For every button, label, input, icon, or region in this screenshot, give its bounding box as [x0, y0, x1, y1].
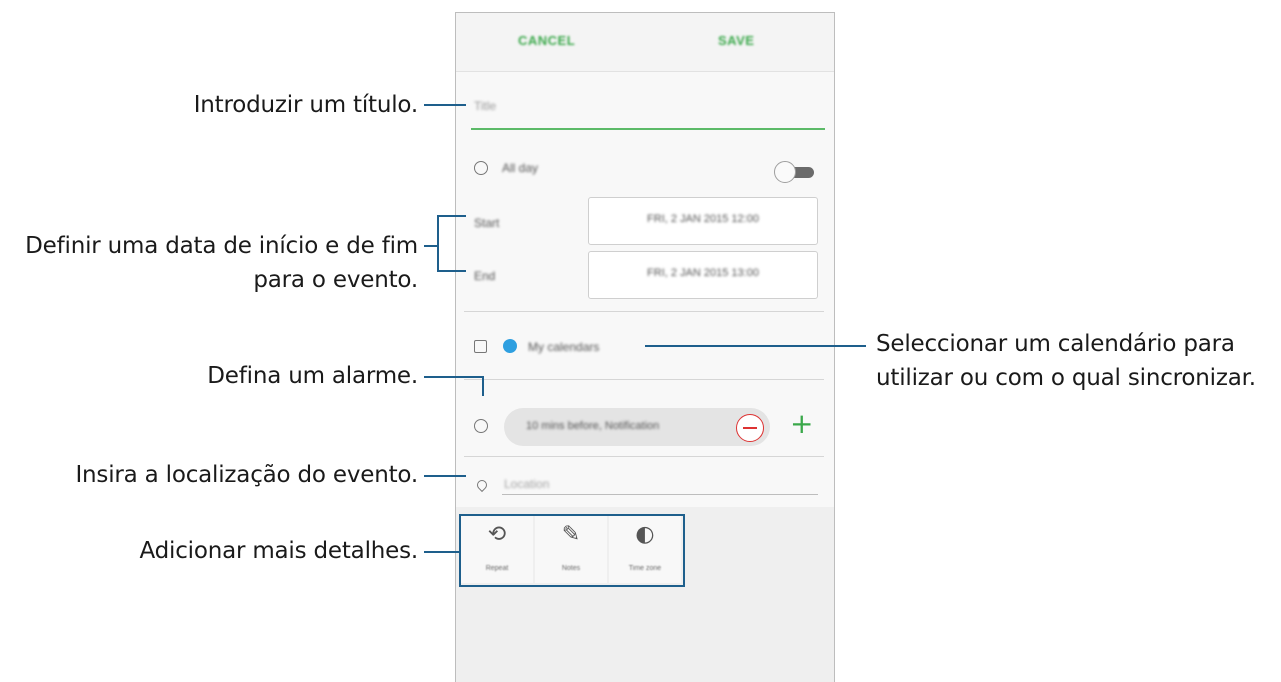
end-date-value: FRI, 2 JAN 2015 13:00 [647, 267, 759, 279]
clock-icon [474, 161, 488, 175]
callout-calendar-line2: utilizar ou com o qual sincronizar. [876, 365, 1256, 391]
alarm-value: 10 mins before, Notification [526, 420, 660, 432]
callout-bracket-top [437, 215, 466, 217]
callout-dates-line2: para o evento. [253, 267, 418, 293]
start-label: Start [474, 216, 500, 230]
callout-line-calendar [645, 345, 866, 347]
section-divider [464, 379, 824, 380]
location-underline [502, 494, 818, 495]
top-action-bar: CANCEL SAVE [456, 13, 834, 72]
save-button[interactable]: SAVE [718, 33, 754, 48]
callout-location: Insira a localização do evento. [75, 462, 418, 488]
start-date-field[interactable]: FRI, 2 JAN 2015 12:00 [588, 197, 818, 245]
callout-title: Introduzir um título. [193, 92, 418, 118]
callout-bracket-bottom [437, 270, 466, 272]
add-alarm-button[interactable]: + [790, 407, 813, 440]
all-day-label: All day [502, 161, 539, 175]
alarm-icon [474, 419, 488, 433]
callout-line-location [424, 475, 466, 477]
callout-calendar-line1: Seleccionar um calendário para [876, 331, 1235, 357]
callout-line-title [424, 104, 466, 106]
callout-line-alarm [424, 376, 484, 378]
all-day-toggle[interactable] [774, 161, 814, 183]
location-input[interactable]: Location [504, 477, 549, 491]
calendar-icon [474, 340, 487, 353]
calendar-selector[interactable]: My calendars [528, 340, 599, 354]
callout-bracket-dates [437, 215, 439, 272]
remove-alarm-button[interactable] [736, 414, 764, 442]
end-date-field[interactable]: FRI, 2 JAN 2015 13:00 [588, 251, 818, 299]
title-underline [471, 128, 825, 130]
callout-line-alarm-drop [482, 376, 484, 396]
cancel-button[interactable]: CANCEL [518, 33, 575, 48]
title-input[interactable]: Title [474, 99, 496, 113]
alarm-selector[interactable]: 10 mins before, Notification [504, 408, 770, 446]
calendar-color-dot [503, 339, 517, 353]
toggle-knob [774, 161, 796, 183]
section-divider [464, 456, 824, 457]
callout-line-details [424, 551, 460, 553]
end-label: End [474, 269, 496, 283]
start-date-value: FRI, 2 JAN 2015 12:00 [647, 213, 759, 225]
callout-alarm: Defina um alarme. [207, 363, 418, 389]
details-highlight-frame [459, 514, 685, 587]
callout-details: Adicionar mais detalhes. [139, 538, 418, 564]
callout-dates-line1: Definir uma data de início e de fim [25, 233, 418, 259]
section-divider [464, 311, 824, 312]
callout-line-dates [424, 245, 438, 247]
